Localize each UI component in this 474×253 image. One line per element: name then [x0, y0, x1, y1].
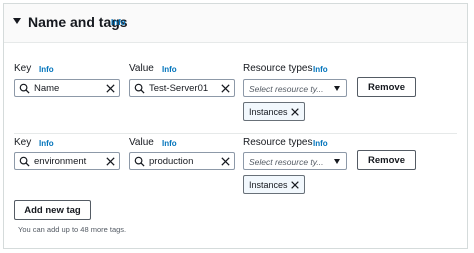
- resource-types-placeholder: Select resource ty...: [249, 157, 324, 167]
- resource-type-token: Instances: [243, 175, 305, 194]
- value-input-value: production: [149, 156, 194, 167]
- resource-types-select[interactable]: Select resource ty...: [243, 152, 347, 170]
- key-input[interactable]: Name: [14, 79, 120, 97]
- section-info-link[interactable]: Info: [111, 18, 126, 27]
- resource-types-placeholder: Select resource ty...: [249, 84, 324, 94]
- value-info-link[interactable]: Info: [162, 65, 177, 74]
- section-header[interactable]: Name and tags Info: [4, 4, 467, 43]
- value-info-link[interactable]: Info: [162, 139, 177, 148]
- search-icon: [19, 156, 30, 167]
- token-dismiss-icon[interactable]: [290, 180, 300, 190]
- clear-icon[interactable]: [220, 156, 231, 167]
- value-input[interactable]: production: [129, 152, 235, 170]
- row-divider: [14, 133, 457, 134]
- value-input-value: Test-Server01: [149, 83, 209, 94]
- add-new-tag-button[interactable]: Add new tag: [14, 200, 91, 220]
- clear-icon[interactable]: [105, 156, 116, 167]
- key-input[interactable]: environment: [14, 152, 120, 170]
- value-input[interactable]: Test-Server01: [129, 79, 235, 97]
- token-label: Instances: [249, 107, 288, 117]
- search-icon: [19, 83, 30, 94]
- key-label: Key: [14, 137, 32, 148]
- key-label: Key: [14, 63, 32, 74]
- key-input-value: Name: [34, 83, 60, 94]
- resource-types-label: Resource types: [243, 137, 313, 148]
- remove-button[interactable]: Remove: [357, 150, 416, 170]
- resource-types-info-link[interactable]: Info: [313, 65, 328, 74]
- clear-icon[interactable]: [105, 83, 116, 94]
- caret-down-icon[interactable]: [13, 18, 21, 24]
- resource-types-select[interactable]: Select resource ty...: [243, 79, 347, 97]
- dropdown-caret-icon: [334, 159, 340, 164]
- search-icon: [134, 83, 145, 94]
- token-label: Instances: [249, 180, 288, 190]
- name-and-tags-panel: Name and tags Info Key Info Name Value I…: [3, 3, 468, 249]
- resource-types-info-link[interactable]: Info: [313, 139, 328, 148]
- key-input-value: environment: [34, 156, 87, 167]
- value-label: Value: [129, 137, 154, 148]
- search-icon: [134, 156, 145, 167]
- clear-icon[interactable]: [220, 83, 231, 94]
- value-label: Value: [129, 63, 154, 74]
- key-info-link[interactable]: Info: [39, 65, 54, 74]
- resource-types-label: Resource types: [243, 63, 313, 74]
- remove-button[interactable]: Remove: [357, 77, 416, 97]
- resource-type-token: Instances: [243, 102, 305, 121]
- token-dismiss-icon[interactable]: [290, 107, 300, 117]
- key-info-link[interactable]: Info: [39, 139, 54, 148]
- dropdown-caret-icon: [334, 86, 340, 91]
- tag-limit-hint: You can add up to 48 more tags.: [18, 225, 127, 234]
